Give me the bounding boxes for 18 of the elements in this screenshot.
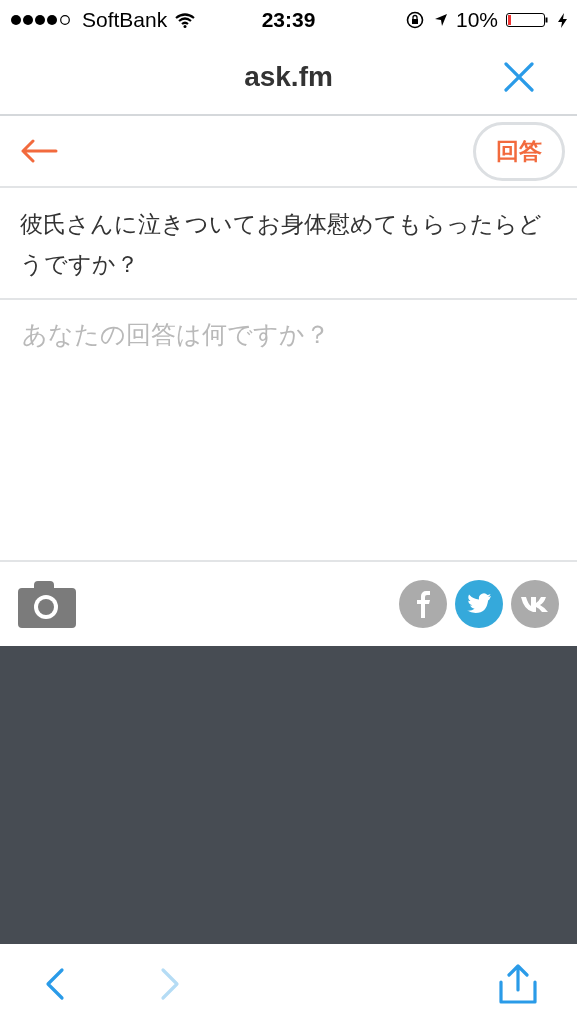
rotation-lock-icon: [405, 11, 426, 29]
back-arrow-icon[interactable]: [20, 139, 58, 163]
camera-icon[interactable]: [18, 580, 76, 628]
twitter-bird-icon[interactable]: [455, 580, 503, 628]
page-title: ask.fm: [244, 61, 333, 93]
carrier-name: SoftBank: [82, 8, 168, 32]
answer-button[interactable]: 回答: [473, 121, 565, 181]
clock-time: 23:39: [261, 8, 316, 32]
wifi-icon: [175, 12, 196, 28]
share-icon[interactable]: [499, 964, 537, 1004]
battery-icon: [506, 13, 550, 27]
battery-percent: 10%: [455, 8, 498, 32]
vk-icon[interactable]: [511, 580, 559, 628]
back-chevron-icon[interactable]: [45, 967, 65, 1001]
location-arrow-icon: [433, 13, 448, 27]
close-icon[interactable]: [504, 62, 534, 92]
charging-bolt-icon: [558, 12, 567, 28]
facebook-icon[interactable]: [399, 580, 447, 628]
